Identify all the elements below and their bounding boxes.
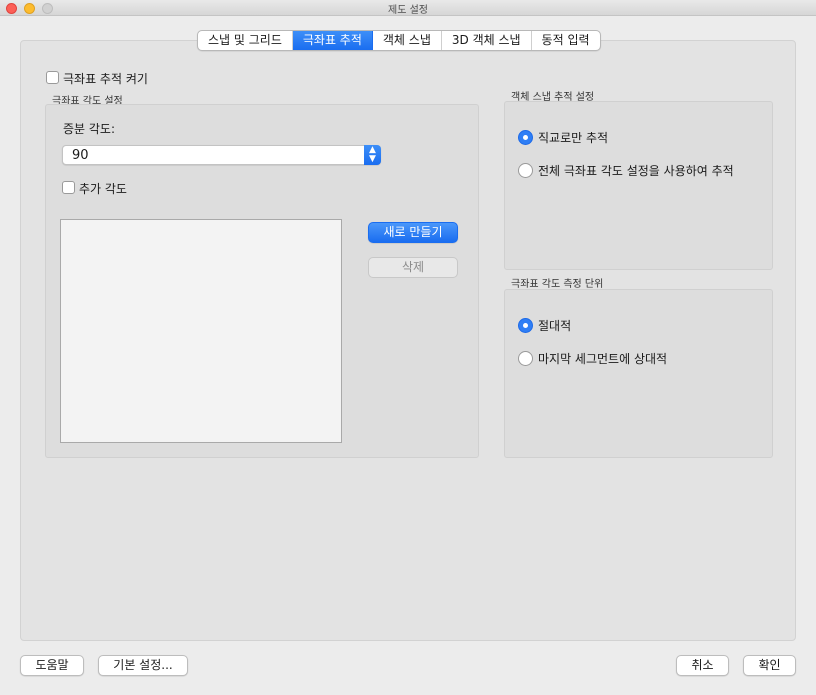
osnap-tracking-group [504, 101, 773, 270]
polar-tracking-label: 극좌표 추적 켜기 [63, 72, 148, 86]
additional-angles-checkbox[interactable] [62, 181, 75, 194]
tab-snap-grid[interactable]: 스냅 및 그리드 [198, 31, 293, 50]
increment-angle-value: 90 [72, 148, 89, 163]
orthogonal-only-radio[interactable] [518, 130, 533, 145]
chevron-up-down-icon: ▲ ▼ [364, 145, 381, 165]
defaults-button[interactable]: 기본 설정... [98, 655, 188, 676]
tab-dynamic-input[interactable]: 동적 입력 [532, 31, 600, 50]
absolute-radio[interactable] [518, 318, 533, 333]
increment-angle-label: 증분 각도: [63, 122, 116, 136]
measurement-group [504, 289, 773, 458]
all-polar-angles-radio[interactable] [518, 163, 533, 178]
relative-last-segment-radio[interactable] [518, 351, 533, 366]
orthogonal-only-label: 직교로만 추적 [538, 131, 609, 145]
ok-button[interactable]: 확인 [743, 655, 796, 676]
cancel-button[interactable]: 취소 [676, 655, 729, 676]
tab-3d-object-snap[interactable]: 3D 객체 스냅 [442, 31, 532, 50]
help-button[interactable]: 도움말 [20, 655, 84, 676]
additional-angles-list[interactable] [60, 219, 342, 443]
tab-object-snap[interactable]: 객체 스냅 [373, 31, 442, 50]
additional-angles-label: 추가 각도 [79, 182, 127, 196]
increment-angle-select[interactable]: 90 ▲ ▼ [62, 145, 381, 165]
measurement-title: 극좌표 각도 측정 단위 [511, 279, 604, 290]
delete-angle-button[interactable]: 삭제 [368, 257, 458, 278]
window-title: 제도 설정 [388, 5, 428, 16]
relative-last-segment-label: 마지막 세그먼트에 상대적 [538, 352, 668, 366]
all-polar-angles-label: 전체 극좌표 각도 설정을 사용하여 추적 [538, 164, 734, 178]
polar-tracking-checkbox[interactable] [46, 71, 59, 84]
absolute-label: 절대적 [538, 319, 572, 333]
new-angle-button[interactable]: 새로 만들기 [368, 222, 458, 243]
title-bar: 제도 설정 [0, 0, 816, 16]
tab-bar: 스냅 및 그리드 극좌표 추적 객체 스냅 3D 객체 스냅 동적 입력 [197, 30, 601, 51]
tab-polar-tracking[interactable]: 극좌표 추적 [292, 31, 373, 50]
